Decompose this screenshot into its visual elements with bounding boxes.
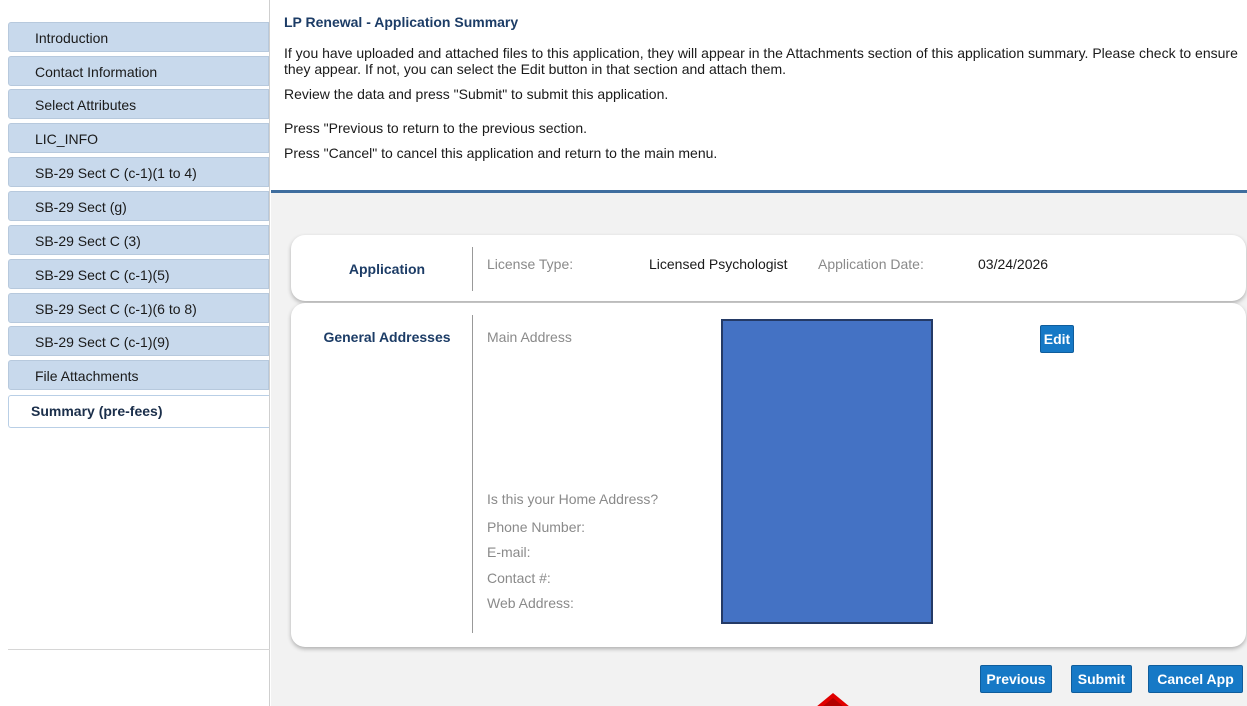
- sidebar-item-select-attributes[interactable]: Select Attributes: [8, 89, 269, 119]
- section-divider: [472, 315, 473, 633]
- sidebar-item-sb29-c-1-5[interactable]: SB-29 Sect C (c-1)(5): [8, 259, 269, 289]
- sidebar-item-sb29-c-1-9[interactable]: SB-29 Sect C (c-1)(9): [8, 326, 269, 356]
- sidebar-item-sb29-c-3[interactable]: SB-29 Sect C (3): [8, 225, 269, 255]
- sidebar-nav: Introduction Contact Information Select …: [8, 0, 270, 706]
- sidebar-panel-bottom: [8, 428, 270, 650]
- main-address-label: Main Address: [487, 329, 572, 345]
- instructions-cancel: Press "Cancel" to cancel this applicatio…: [284, 145, 718, 161]
- previous-button[interactable]: Previous: [980, 665, 1052, 693]
- application-date-value: 03/24/2026: [978, 256, 1049, 272]
- sidebar-item-sb29-c-1-6-8[interactable]: SB-29 Sect C (c-1)(6 to 8): [8, 293, 269, 323]
- sidebar-item-lic-info[interactable]: LIC_INFO: [8, 123, 269, 153]
- application-card: Application License Type: Licensed Psych…: [291, 235, 1246, 301]
- sidebar-item-file-attachments[interactable]: File Attachments: [8, 360, 269, 390]
- email-label: E-mail:: [487, 544, 531, 560]
- sidebar-item-introduction[interactable]: Introduction: [8, 22, 269, 52]
- license-type-label: License Type:: [487, 256, 574, 272]
- summary-content-area: Application License Type: Licensed Psych…: [271, 193, 1247, 706]
- instructions-attachments: If you have uploaded and attached files …: [284, 45, 1238, 77]
- main-content: LP Renewal - Application Summary If you …: [271, 0, 1247, 706]
- instructions-submit: Review the data and press "Submit" to su…: [284, 86, 669, 102]
- sidebar-item-sb29-g[interactable]: SB-29 Sect (g): [8, 191, 269, 221]
- general-addresses-section-title: General Addresses: [317, 329, 457, 345]
- sidebar-item-summary-pre-fees[interactable]: Summary (pre-fees): [8, 395, 269, 428]
- home-address-question-label: Is this your Home Address?: [487, 491, 659, 507]
- redacted-address-block: [721, 319, 933, 624]
- application-section-title: Application: [348, 261, 426, 277]
- annotation-arrow-inner-icon: [822, 698, 844, 706]
- submit-button[interactable]: Submit: [1071, 665, 1132, 693]
- cancel-app-button[interactable]: Cancel App: [1148, 665, 1243, 693]
- instructions-header: LP Renewal - Application Summary If you …: [271, 0, 1247, 161]
- license-type-value: Licensed Psychologist: [649, 256, 788, 272]
- edit-address-button[interactable]: Edit: [1040, 325, 1074, 353]
- web-address-label: Web Address:: [487, 595, 574, 611]
- general-addresses-card: General Addresses Main Address Edit Is t…: [291, 303, 1246, 647]
- phone-number-label: Phone Number:: [487, 519, 586, 535]
- sidebar-item-sb29-c-1-1-4[interactable]: SB-29 Sect C (c-1)(1 to 4): [8, 157, 269, 187]
- sidebar-item-contact-information[interactable]: Contact Information: [8, 56, 269, 86]
- general-addresses-title-text: General Addresses: [323, 329, 451, 345]
- page-title: LP Renewal - Application Summary: [284, 14, 519, 30]
- instructions-previous: Press "Previous to return to the previou…: [284, 120, 588, 136]
- section-divider: [472, 247, 473, 291]
- application-date-label: Application Date:: [818, 256, 924, 272]
- contact-number-label: Contact #:: [487, 570, 551, 586]
